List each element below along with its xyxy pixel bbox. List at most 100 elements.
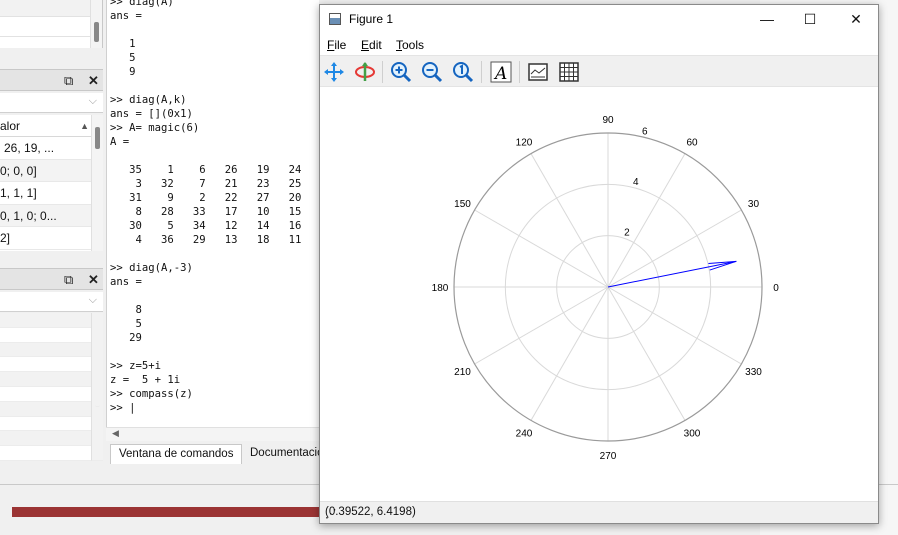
table-row[interactable]: 0; 0, 0] <box>0 159 103 182</box>
console-line: 30 5 34 12 14 16 <box>129 220 302 232</box>
list-item[interactable] <box>0 372 103 387</box>
angle-tick-label: 330 <box>745 367 762 378</box>
file-browser-scrollbar[interactable] <box>90 0 102 48</box>
console-line: 5 <box>135 318 142 330</box>
grid-spoke <box>607 153 686 288</box>
console-tabs: Ventana de comandos Documentació <box>106 442 324 464</box>
workspace-panel-header: ⧉ ✕ <box>0 69 103 91</box>
axes-toggle-icon[interactable] <box>526 60 550 84</box>
angle-tick-label: 90 <box>602 115 614 126</box>
angle-tick-label: 240 <box>516 428 533 439</box>
console-line: z = 5 + 1i <box>110 374 181 386</box>
list-item[interactable] <box>0 417 103 432</box>
console-line: >> | <box>110 402 136 414</box>
list-item[interactable] <box>0 357 103 373</box>
list-item[interactable] <box>0 313 103 328</box>
chevron-down-icon: ⌵ <box>88 294 97 306</box>
list-item[interactable] <box>0 342 103 358</box>
radial-tick-label: 2 <box>624 227 630 238</box>
pan-icon[interactable] <box>322 60 346 84</box>
column-header-value[interactable]: alor ▲ <box>0 115 103 137</box>
chevron-down-icon: ⌵ <box>88 95 97 107</box>
console-line: 3 32 7 21 23 25 <box>135 178 302 190</box>
console-line: >> diag(A,k) <box>110 94 187 106</box>
figure-toolbar: A <box>320 55 878 87</box>
svg-text:A: A <box>493 64 507 84</box>
undock-icon[interactable]: ⧉ <box>64 73 73 89</box>
command-window-hscrollbar[interactable]: ◀ <box>106 427 319 441</box>
zoom-out-icon[interactable] <box>420 60 444 84</box>
workspace-filter-combo[interactable]: ⌵ <box>0 93 103 113</box>
list-item[interactable] <box>0 328 103 343</box>
figure-window: Figure 1 — ☐ ✕ File Edit Tools A 2 4 6 0… <box>319 4 879 524</box>
radial-tick-label: 6 <box>642 126 648 137</box>
list-item[interactable] <box>0 387 103 402</box>
figure-menubar: File Edit Tools <box>320 33 878 55</box>
compass-plot: 2460306090120150180210240270300330 <box>432 115 780 462</box>
menu-edit[interactable]: Edit <box>361 38 382 52</box>
console-line: 35 1 6 26 19 24 <box>129 164 302 176</box>
table-row[interactable]: 0, 1, 0; 0... <box>0 204 103 227</box>
figure-statusbar: (0.39522, 6.4198) ⋰ <box>320 501 878 523</box>
list-item[interactable] <box>0 401 103 417</box>
close-icon[interactable]: ✕ <box>88 272 99 288</box>
command-history-list <box>0 313 103 461</box>
grid-spoke <box>607 209 742 288</box>
table-row[interactable]: 26, 19, ... <box>0 137 103 160</box>
grid-spoke <box>607 286 686 421</box>
angle-tick-label: 120 <box>516 138 533 149</box>
table-row[interactable]: 2] <box>0 227 103 250</box>
table-row[interactable]: 1, 1, 1] <box>0 182 103 205</box>
grid-spoke <box>474 286 609 365</box>
grid-spoke <box>530 286 609 421</box>
grid-spoke <box>474 209 609 288</box>
grid-toggle-icon[interactable] <box>557 60 581 84</box>
figure-titlebar[interactable]: Figure 1 — ☐ ✕ <box>320 5 878 33</box>
console-line: >> z=5+i <box>110 360 162 372</box>
rotate-icon[interactable] <box>353 60 377 84</box>
console-line: ans = [](0x1) <box>110 108 193 120</box>
scroll-left-icon[interactable]: ◀ <box>112 428 119 439</box>
console-line: 8 <box>135 304 142 316</box>
radial-tick-label: 4 <box>633 177 639 188</box>
angle-tick-label: 0 <box>773 283 779 294</box>
close-button[interactable]: ✕ <box>841 8 871 30</box>
close-icon[interactable]: ✕ <box>88 73 99 89</box>
undock-icon[interactable]: ⧉ <box>64 272 73 288</box>
console-line: 8 28 33 17 10 15 <box>135 206 302 218</box>
history-scrollbar[interactable] <box>91 313 103 461</box>
menu-tools[interactable]: Tools <box>396 38 424 52</box>
grid-spoke <box>530 153 609 288</box>
console-line: >> A= magic(6) <box>110 122 200 134</box>
console-line: >> compass(z) <box>110 388 193 400</box>
console-line: 31 9 2 22 27 20 <box>129 192 302 204</box>
history-filter-combo[interactable]: ⌵ <box>0 292 103 312</box>
console-line: 29 <box>129 332 142 344</box>
maximize-button[interactable]: ☐ <box>795 8 825 30</box>
angle-tick-label: 180 <box>432 283 449 294</box>
plot-area[interactable]: 2 4 6 0 30 60 90 120 150 180 210 240 270 300 330 <box>320 87 878 500</box>
list-item[interactable] <box>0 446 103 461</box>
list-item[interactable] <box>0 431 103 447</box>
toolbar-separator <box>481 61 482 83</box>
resize-grip-icon[interactable]: ⋰ <box>325 506 875 520</box>
minimize-button[interactable]: — <box>752 8 782 30</box>
angle-tick-label: 30 <box>748 199 760 210</box>
figure-title: Figure 1 <box>349 12 394 26</box>
console-output: >> diag(A) ans = 1 5 9 >> diag(A,k) ans … <box>110 0 301 415</box>
menu-file[interactable]: File <box>327 38 346 52</box>
workspace-scrollbar[interactable] <box>91 115 103 251</box>
console-line: ans = <box>110 276 142 288</box>
console-line: >> diag(A,-3) <box>110 262 193 274</box>
text-insert-icon[interactable]: A <box>489 60 513 84</box>
tab-command-window[interactable]: Ventana de comandos <box>110 444 243 464</box>
toolbar-separator <box>382 61 383 83</box>
console-line: >> diag(A) <box>110 0 174 8</box>
progress-bar <box>12 507 322 517</box>
zoom-reset-icon[interactable] <box>451 60 475 84</box>
angle-tick-label: 300 <box>684 428 701 439</box>
angle-tick-label: 150 <box>454 199 471 210</box>
command-window[interactable]: >> diag(A) ans = 1 5 9 >> diag(A,k) ans … <box>106 0 319 441</box>
zoom-in-icon[interactable] <box>389 60 413 84</box>
compass-vector <box>607 260 737 288</box>
